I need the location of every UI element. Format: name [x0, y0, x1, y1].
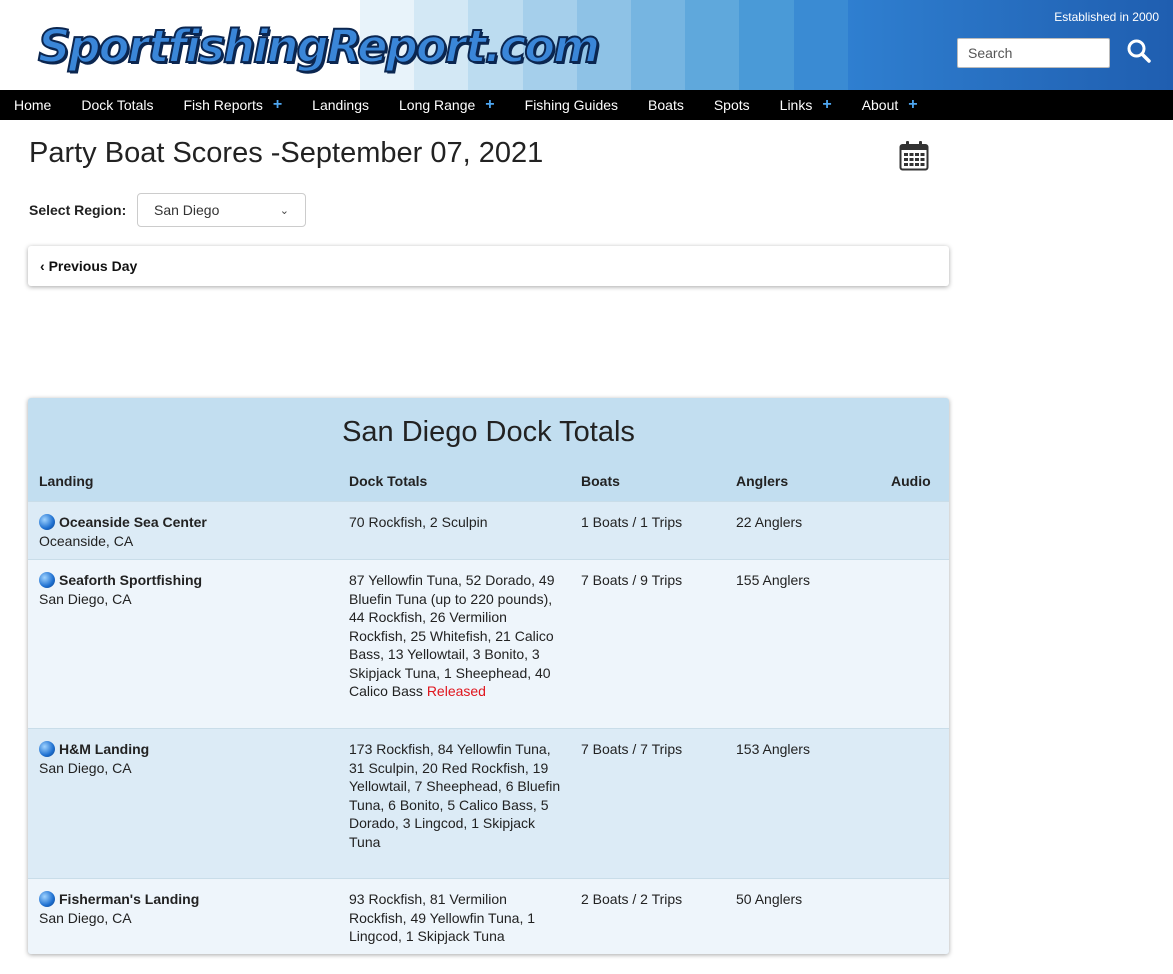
plus-icon[interactable]: + [908, 96, 917, 114]
nav-item-spots[interactable]: Spots [714, 97, 750, 113]
calendar-icon[interactable] [899, 140, 929, 171]
column-header-anglers: Anglers [736, 473, 789, 489]
dock-totals-cell: 87 Yellowfin Tuna, 52 Dorado, 49 Bluefin… [349, 571, 561, 701]
globe-icon [39, 891, 55, 908]
landing-location: San Diego, CA [39, 590, 132, 607]
nav-item-fishing-guides[interactable]: Fishing Guides [525, 97, 618, 113]
landing-link[interactable]: H&M Landing [39, 740, 149, 759]
nav-item-dock-totals[interactable]: Dock Totals [81, 97, 153, 113]
dock-totals-cell: 93 Rockfish, 81 Vermilion Rockfish, 49 Y… [349, 890, 561, 946]
nav-label: Fish Reports [183, 97, 263, 113]
landing-name: Fisherman's Landing [59, 891, 200, 907]
previous-day-link[interactable]: ‹ Previous Day [40, 258, 137, 274]
stripe [631, 0, 686, 90]
table-row: H&M Landing San Diego, CA 173 Rockfish, … [28, 728, 949, 878]
nav-item-fish-reports[interactable]: Fish Reports + [183, 96, 282, 114]
landing-link[interactable]: Oceanside Sea Center [39, 513, 207, 532]
globe-icon [39, 741, 55, 758]
nav-item-landings[interactable]: Landings [312, 97, 369, 113]
nav-label: Dock Totals [81, 97, 154, 113]
globe-icon [39, 514, 55, 531]
anglers-cell: 22 Anglers [736, 514, 803, 530]
landing-cell: H&M Landing San Diego, CA [39, 740, 149, 777]
nav-label: Home [14, 97, 52, 113]
region-label: Select Region: [29, 202, 127, 218]
column-header-audio: Audio [891, 473, 931, 489]
chevron-left-icon: ‹ [40, 258, 45, 274]
region-select-value: San Diego [154, 202, 220, 218]
table-row: Seaforth Sportfishing San Diego, CA 87 Y… [28, 559, 949, 728]
column-header-boats: Boats [581, 473, 620, 489]
landing-cell: Seaforth Sportfishing San Diego, CA [39, 571, 202, 608]
nav-label: Links [779, 97, 813, 113]
chevron-down-icon: ⌄ [279, 204, 289, 217]
nav-label: Landings [312, 97, 369, 113]
nav-item-home[interactable]: Home [14, 97, 51, 113]
landing-location: San Diego, CA [39, 909, 132, 926]
boats-cell: 1 Boats / 1 Trips [581, 514, 683, 530]
boats-cell: 7 Boats / 7 Trips [581, 741, 683, 757]
established-text: Established in 2000 [1054, 10, 1159, 24]
nav-item-links[interactable]: Links + [780, 96, 832, 114]
stripe [739, 0, 794, 90]
dock-totals-cell: 70 Rockfish, 2 Sculpin [349, 513, 561, 532]
nav-label: About [861, 97, 899, 113]
search-input[interactable] [957, 38, 1110, 68]
plus-icon[interactable]: + [822, 96, 831, 114]
nav-item-long-range[interactable]: Long Range + [399, 96, 495, 114]
globe-icon [39, 572, 55, 589]
dock-totals-cell: 173 Rockfish, 84 Yellowfin Tuna, 31 Scul… [349, 740, 561, 851]
dock-totals-text: 93 Rockfish, 81 Vermilion Rockfish, 49 Y… [349, 891, 536, 944]
landing-link[interactable]: Fisherman's Landing [39, 890, 199, 909]
landing-name: Seaforth Sportfishing [59, 572, 203, 588]
table-title: San Diego Dock Totals [342, 416, 635, 448]
nav-label: Boats [648, 97, 684, 113]
page-title: Party Boat Scores -September 07, 2021 [29, 137, 544, 169]
landing-cell: Fisherman's Landing San Diego, CA [39, 890, 199, 927]
dock-totals-table: San Diego Dock Totals Landing Dock Total… [28, 398, 949, 954]
anglers-cell: 153 Anglers [736, 741, 810, 757]
previous-day-card: ‹ Previous Day [28, 246, 949, 286]
landing-location: Oceanside, CA [39, 532, 134, 549]
main-nav: Home Dock Totals Fish Reports + Landings … [0, 90, 1173, 120]
nav-label: Spots [713, 97, 750, 113]
site-logo[interactable]: SportfishingReport.com [37, 19, 601, 74]
landing-name: H&M Landing [59, 741, 150, 757]
search-icon[interactable] [1126, 38, 1152, 64]
table-row: Fisherman's Landing San Diego, CA 93 Roc… [28, 878, 949, 954]
nav-label: Fishing Guides [524, 97, 619, 113]
dock-totals-text: 173 Rockfish, 84 Yellowfin Tuna, 31 Scul… [349, 741, 561, 850]
stripe [793, 0, 848, 90]
dock-totals-text: 87 Yellowfin Tuna, 52 Dorado, 49 Bluefin… [349, 572, 555, 699]
nav-item-boats[interactable]: Boats [648, 97, 684, 113]
landing-link[interactable]: Seaforth Sportfishing [39, 571, 202, 590]
landing-location: San Diego, CA [39, 759, 132, 776]
region-select[interactable]: San Diego ⌄ [137, 193, 306, 227]
plus-icon[interactable]: + [485, 96, 494, 114]
column-header-dock-totals: Dock Totals [349, 473, 428, 489]
site-header: SportfishingReport.com Established in 20… [0, 0, 1173, 90]
stripe [685, 0, 740, 90]
landing-name: Oceanside Sea Center [59, 514, 207, 530]
anglers-cell: 50 Anglers [736, 891, 803, 907]
dock-totals-text: 70 Rockfish, 2 Sculpin [349, 514, 488, 530]
column-header-landing: Landing [39, 473, 94, 489]
boats-cell: 7 Boats / 9 Trips [581, 572, 683, 588]
table-row: Oceanside Sea Center Oceanside, CA 70 Ro… [28, 501, 949, 559]
nav-label: Long Range [399, 97, 476, 113]
landing-cell: Oceanside Sea Center Oceanside, CA [39, 513, 207, 550]
previous-day-label: Previous Day [48, 258, 138, 274]
boats-cell: 2 Boats / 2 Trips [581, 891, 683, 907]
nav-item-about[interactable]: About + [862, 96, 918, 114]
anglers-cell: 155 Anglers [736, 572, 810, 588]
plus-icon[interactable]: + [273, 96, 282, 114]
released-label: Released [426, 683, 486, 699]
